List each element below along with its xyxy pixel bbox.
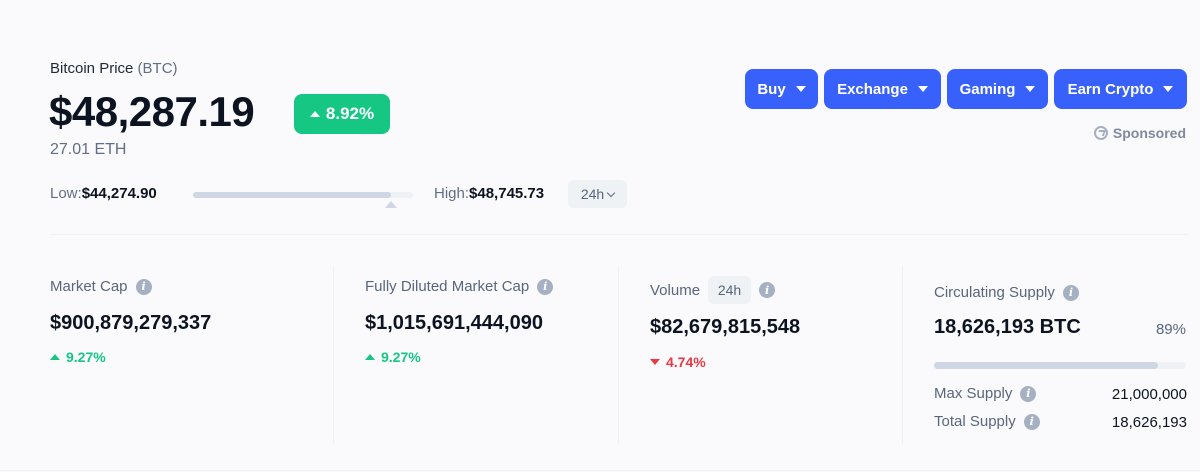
info-icon[interactable]: i <box>1023 413 1040 430</box>
volume-label: Volume 24h i <box>650 276 776 304</box>
high-label: High: <box>434 185 470 202</box>
market-cap-change-value: 9.27% <box>66 349 106 365</box>
total-supply-label-text: Total Supply <box>934 413 1016 430</box>
info-icon[interactable]: i <box>1020 385 1037 402</box>
market-cap-value: $900,879,279,337 <box>50 312 212 334</box>
caret-up-icon <box>50 354 60 360</box>
caret-down-icon <box>917 86 928 92</box>
info-icon[interactable]: i <box>1062 284 1079 301</box>
chevron-down-icon <box>606 188 616 197</box>
exchange-label: Exchange <box>837 80 908 98</box>
circulating-supply-value: 18,626,193 BTC <box>934 316 1081 338</box>
total-supply-value: 18,626,193 <box>1111 414 1187 431</box>
info-icon[interactable]: i <box>759 282 776 298</box>
supply-progress-bar <box>934 362 1186 369</box>
range-marker-icon <box>385 201 397 208</box>
caret-down-icon <box>1025 86 1036 92</box>
low-price: Low:$44,274.90 <box>50 185 157 202</box>
fdmc-value: $1,015,691,444,090 <box>365 312 543 334</box>
current-price: $48,287.19 <box>49 88 255 135</box>
low-value: $44,274.90 <box>81 185 157 202</box>
earn-crypto-label: Earn Crypto <box>1067 80 1154 98</box>
caret-down-icon <box>795 86 806 92</box>
gaming-label: Gaming <box>959 80 1016 98</box>
circulating-supply-label-text: Circulating Supply <box>934 284 1055 301</box>
info-icon[interactable]: i <box>135 278 152 295</box>
eth-price: 27.01 ETH <box>50 141 127 158</box>
volume-change-value: 4.74% <box>666 354 706 370</box>
caret-down-icon <box>1163 86 1174 92</box>
market-cap-label-text: Market Cap <box>50 278 128 295</box>
volume-label-text: Volume <box>650 281 701 299</box>
range-period-label: 24h <box>580 186 605 202</box>
section-divider <box>50 234 1188 235</box>
max-supply-value: 21,000,000 <box>1111 386 1187 403</box>
market-cap-label: Market Cap i <box>50 278 152 295</box>
info-icon[interactable]: i <box>537 278 554 295</box>
volume-value: $82,679,815,548 <box>650 316 801 338</box>
price-range: Low:$44,274.90 High:$48,745.73 24h <box>50 180 630 209</box>
volume-period-select[interactable]: 24h <box>708 276 752 304</box>
high-price: High:$48,745.73 <box>434 185 544 202</box>
sponsored-link[interactable]: Sponsored <box>1093 125 1186 141</box>
column-separator <box>618 266 619 444</box>
caret-up-icon <box>309 111 320 117</box>
fdmc-change-value: 9.27% <box>381 349 421 365</box>
low-label: Low: <box>50 185 82 202</box>
sponsored-label: Sponsored <box>1112 125 1186 141</box>
fdmc-label-text: Fully Diluted Market Cap <box>365 278 530 295</box>
range-bar-fill <box>193 192 391 198</box>
coin-title: Bitcoin Price (BTC) <box>50 60 178 77</box>
caret-down-icon <box>650 359 660 365</box>
gaming-button[interactable]: Gaming <box>947 69 1048 109</box>
bottom-divider <box>0 470 1200 471</box>
market-cap-change: 9.27% <box>50 349 106 365</box>
supply-progress-fill <box>934 362 1159 369</box>
high-value: $48,745.73 <box>469 185 545 202</box>
total-supply-label: Total Supply i <box>934 413 1040 430</box>
fdmc-label: Fully Diluted Market Cap i <box>365 278 554 295</box>
coinmarketcap-icon <box>1093 126 1108 140</box>
coin-symbol: (BTC) <box>137 60 178 77</box>
buy-button[interactable]: Buy <box>745 69 818 109</box>
circulating-supply-percent: 89% <box>1155 321 1186 338</box>
fdmc-change: 9.27% <box>365 349 421 365</box>
caret-up-icon <box>365 354 375 360</box>
range-bar <box>193 192 413 198</box>
range-period-select[interactable]: 24h <box>568 180 627 208</box>
price-change-badge: 8.92% <box>294 94 390 134</box>
price-change-value: 8.92% <box>325 104 375 123</box>
volume-change: 4.74% <box>650 354 706 370</box>
circulating-supply-label: Circulating Supply i <box>934 284 1079 301</box>
column-separator <box>902 266 903 444</box>
exchange-button[interactable]: Exchange <box>824 69 941 109</box>
max-supply-label-text: Max Supply <box>934 385 1013 402</box>
coin-name: Bitcoin Price <box>50 60 134 77</box>
earn-crypto-button[interactable]: Earn Crypto <box>1054 69 1187 109</box>
volume-period-label: 24h <box>717 282 742 298</box>
buy-label: Buy <box>757 80 786 98</box>
max-supply-label: Max Supply i <box>934 385 1037 402</box>
column-separator <box>333 266 334 444</box>
